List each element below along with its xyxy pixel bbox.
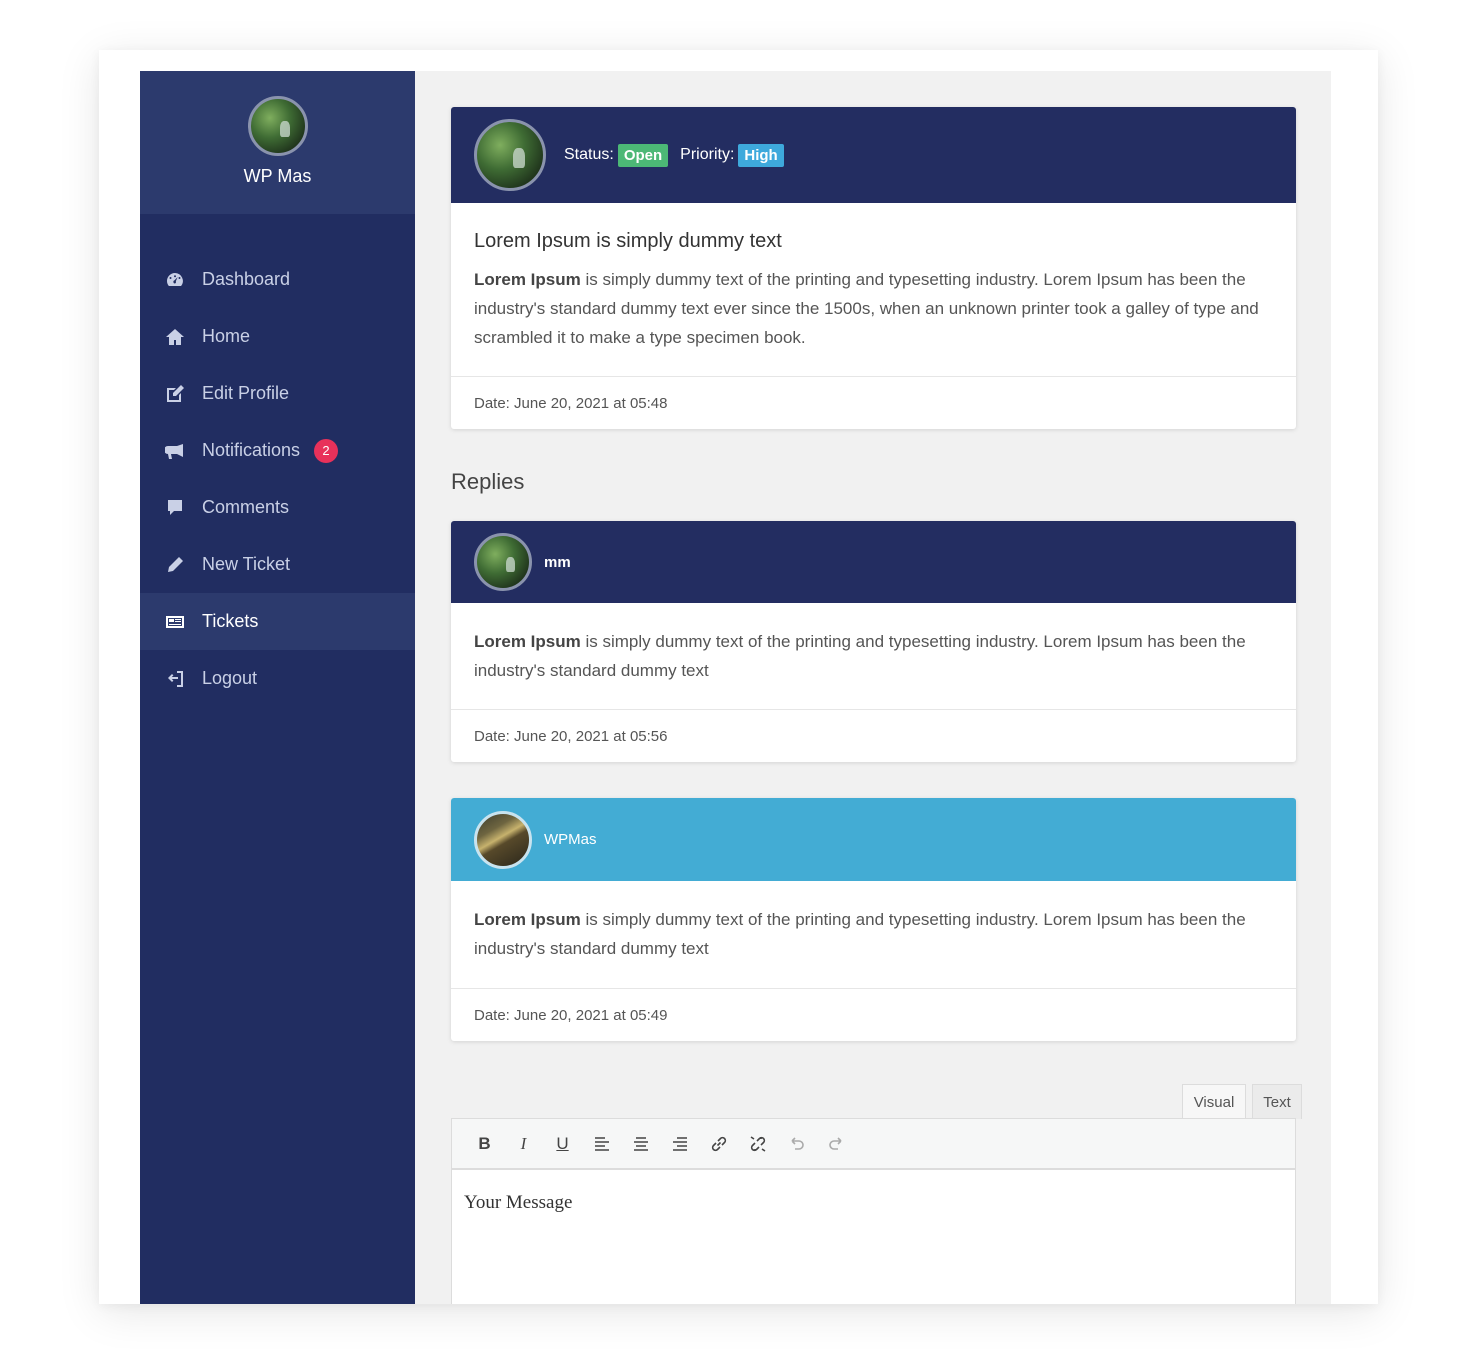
status-badge: Open [617,143,669,167]
sidebar-item-label: Notifications [202,440,301,460]
reply-date: Date: June 20, 2021 at 05:56 [451,709,1296,762]
reply-card: WPMas Lorem Ipsum is simply dummy text o… [451,798,1296,1041]
align-center-icon [633,1136,648,1151]
ticket-icon [164,612,186,632]
sidebar-item-label: Dashboard [202,269,291,289]
ticket-text-bold: Lorem Ipsum [474,270,581,289]
reply-author-name: WPMas [544,831,597,848]
italic-button[interactable]: I [504,1129,543,1159]
priority-badge: High [738,143,784,167]
reply-text-bold: Lorem Ipsum [474,632,581,651]
reply-card: mm Lorem Ipsum is simply dummy text of t… [451,521,1296,762]
sidebar-item-label: Comments [202,497,290,517]
align-left-button[interactable] [582,1129,621,1159]
reply-card-header: WPMas [451,798,1296,881]
reply-text: Lorem Ipsum is simply dummy text of the … [474,905,1273,963]
dashboard-icon [164,270,186,290]
sidebar-item-edit-profile[interactable]: Edit Profile [140,365,415,422]
main-content: Status: Open Priority: High Lorem Ipsum … [415,71,1331,1304]
remove-link-button[interactable] [738,1129,777,1159]
ticket-card-body: Lorem Ipsum is simply dummy text Lorem I… [451,230,1296,376]
reply-author-name: mm [544,553,571,571]
reply-card-header: mm [451,521,1296,603]
sidebar-item-label: Tickets [202,611,259,631]
sidebar-item-tickets[interactable]: Tickets [140,593,415,650]
sidebar-item-notifications[interactable]: Notifications 2 [140,422,415,479]
message-input[interactable]: Your Message [452,1170,1295,1236]
unlink-icon [750,1135,765,1152]
undo-button[interactable] [777,1129,816,1159]
tab-text[interactable]: Text [1252,1084,1302,1119]
sidebar-item-dashboard[interactable]: Dashboard [140,251,415,308]
reply-author-avatar [474,533,532,591]
megaphone-icon [164,441,186,461]
edit-profile-icon [164,384,186,404]
undo-icon [790,1136,804,1150]
user-avatar[interactable] [247,96,308,156]
status-label: Status: [564,146,614,163]
sidebar-item-logout[interactable]: Logout [140,650,415,707]
app-window: WP Mas Dashboard Home Edit Profile Notif… [140,71,1331,1304]
link-icon [711,1136,726,1151]
sidebar-item-label: New Ticket [202,554,291,574]
ticket-text: Lorem Ipsum is simply dummy text of the … [474,265,1273,352]
ticket-date: Date: June 20, 2021 at 05:48 [451,376,1296,429]
sidebar-item-comments[interactable]: Comments [140,479,415,536]
reply-text-rest: is simply dummy text of the printing and… [474,632,1246,680]
logout-icon [164,669,186,689]
editor-tabs: Visual Text [1176,1084,1302,1119]
editor-toolbar: B I U [452,1119,1295,1170]
reply-text: Lorem Ipsum is simply dummy text of the … [474,627,1273,685]
align-left-icon [594,1136,609,1151]
align-center-button[interactable] [621,1129,660,1159]
sidebar-nav: Dashboard Home Edit Profile Notification… [140,251,415,707]
redo-button[interactable] [816,1129,855,1159]
reply-card-body: Lorem Ipsum is simply dummy text of the … [451,881,1296,988]
comment-icon [164,498,186,518]
ticket-text-rest: is simply dummy text of the printing and… [474,270,1259,347]
home-icon [164,327,186,347]
reply-editor: B I U Your Message [451,1118,1296,1304]
tab-visual[interactable]: Visual [1182,1084,1246,1119]
bold-button[interactable]: B [465,1129,504,1159]
reply-author-avatar [474,810,532,869]
sidebar-item-label: Edit Profile [202,383,290,403]
profile-name: WP Mas [243,166,312,186]
align-right-icon [672,1136,687,1151]
ticket-author-avatar [474,119,546,191]
notification-count-badge: 2 [314,438,339,463]
reply-text-bold: Lorem Ipsum [474,910,581,929]
sidebar-item-label: Home [202,326,251,346]
align-right-button[interactable] [660,1129,699,1159]
pencil-icon [164,555,186,575]
sidebar-profile: WP Mas [140,71,415,214]
redo-icon [828,1136,842,1150]
sidebar: WP Mas Dashboard Home Edit Profile Notif… [140,71,415,1304]
reply-date: Date: June 20, 2021 at 05:49 [451,988,1296,1041]
underline-button[interactable]: U [543,1129,582,1159]
priority-label: Priority: [680,146,735,163]
ticket-card: Status: Open Priority: High Lorem Ipsum … [451,107,1296,429]
ticket-card-header: Status: Open Priority: High [451,107,1296,203]
ticket-title: Lorem Ipsum is simply dummy text [474,230,782,252]
reply-card-body: Lorem Ipsum is simply dummy text of the … [451,603,1296,709]
sidebar-item-new-ticket[interactable]: New Ticket [140,536,415,593]
reply-text-rest: is simply dummy text of the printing and… [474,910,1246,958]
sidebar-item-home[interactable]: Home [140,308,415,365]
sidebar-item-label: Logout [202,668,258,688]
replies-heading: Replies [451,469,525,494]
insert-link-button[interactable] [699,1129,738,1159]
